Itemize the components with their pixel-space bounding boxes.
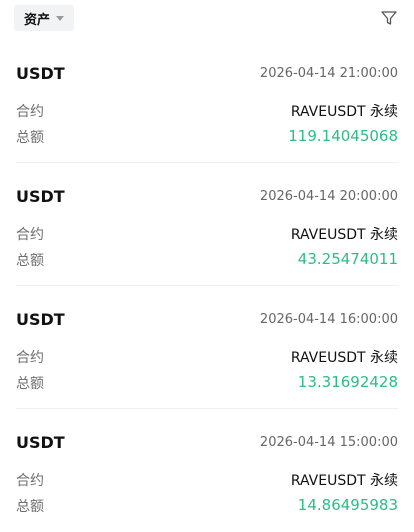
amount-value: 14.86495983 (297, 496, 398, 514)
record-time: 2026-04-14 15:00:00 (259, 435, 398, 450)
contract-label: 合约 (16, 227, 44, 243)
contract-value: RAVEUSDT 永续 (290, 350, 398, 366)
coin-name: USDT (16, 310, 65, 329)
contract-label: 合约 (16, 473, 44, 489)
amount-label: 总额 (16, 499, 44, 515)
record-time: 2026-04-14 21:00:00 (259, 66, 398, 81)
list-item[interactable]: USDT 2026-04-14 16:00:00 合约 RAVEUSDT 永续 … (0, 286, 414, 409)
asset-filter-dropdown[interactable]: 资产 (14, 5, 75, 31)
funding-record-list: USDT 2026-04-14 21:00:00 合约 RAVEUSDT 永续 … (0, 40, 414, 532)
coin-name: USDT (16, 187, 65, 206)
toolbar: 资产 (0, 0, 414, 40)
coin-name: USDT (16, 64, 65, 83)
coin-name: USDT (16, 433, 65, 452)
amount-value: 119.14045068 (288, 127, 398, 145)
contract-value: RAVEUSDT 永续 (290, 104, 398, 120)
record-time: 2026-04-14 16:00:00 (259, 312, 398, 327)
list-item[interactable]: USDT 2026-04-14 21:00:00 合约 RAVEUSDT 永续 … (0, 40, 414, 163)
amount-value: 13.31692428 (297, 373, 398, 391)
funnel-icon[interactable] (380, 9, 398, 27)
asset-filter-label: 资产 (24, 12, 51, 28)
amount-label: 总额 (16, 253, 44, 269)
chevron-down-icon (56, 15, 65, 21)
amount-value: 43.25474011 (297, 250, 398, 268)
contract-label: 合约 (16, 350, 44, 366)
contract-value: RAVEUSDT 永续 (290, 227, 398, 243)
amount-label: 总额 (16, 376, 44, 392)
contract-value: RAVEUSDT 永续 (290, 473, 398, 489)
amount-label: 总额 (16, 130, 44, 146)
record-time: 2026-04-14 20:00:00 (259, 189, 398, 204)
list-item[interactable]: USDT 2026-04-14 20:00:00 合约 RAVEUSDT 永续 … (0, 163, 414, 286)
contract-label: 合约 (16, 104, 44, 120)
list-item[interactable]: USDT 2026-04-14 15:00:00 合约 RAVEUSDT 永续 … (0, 409, 414, 532)
